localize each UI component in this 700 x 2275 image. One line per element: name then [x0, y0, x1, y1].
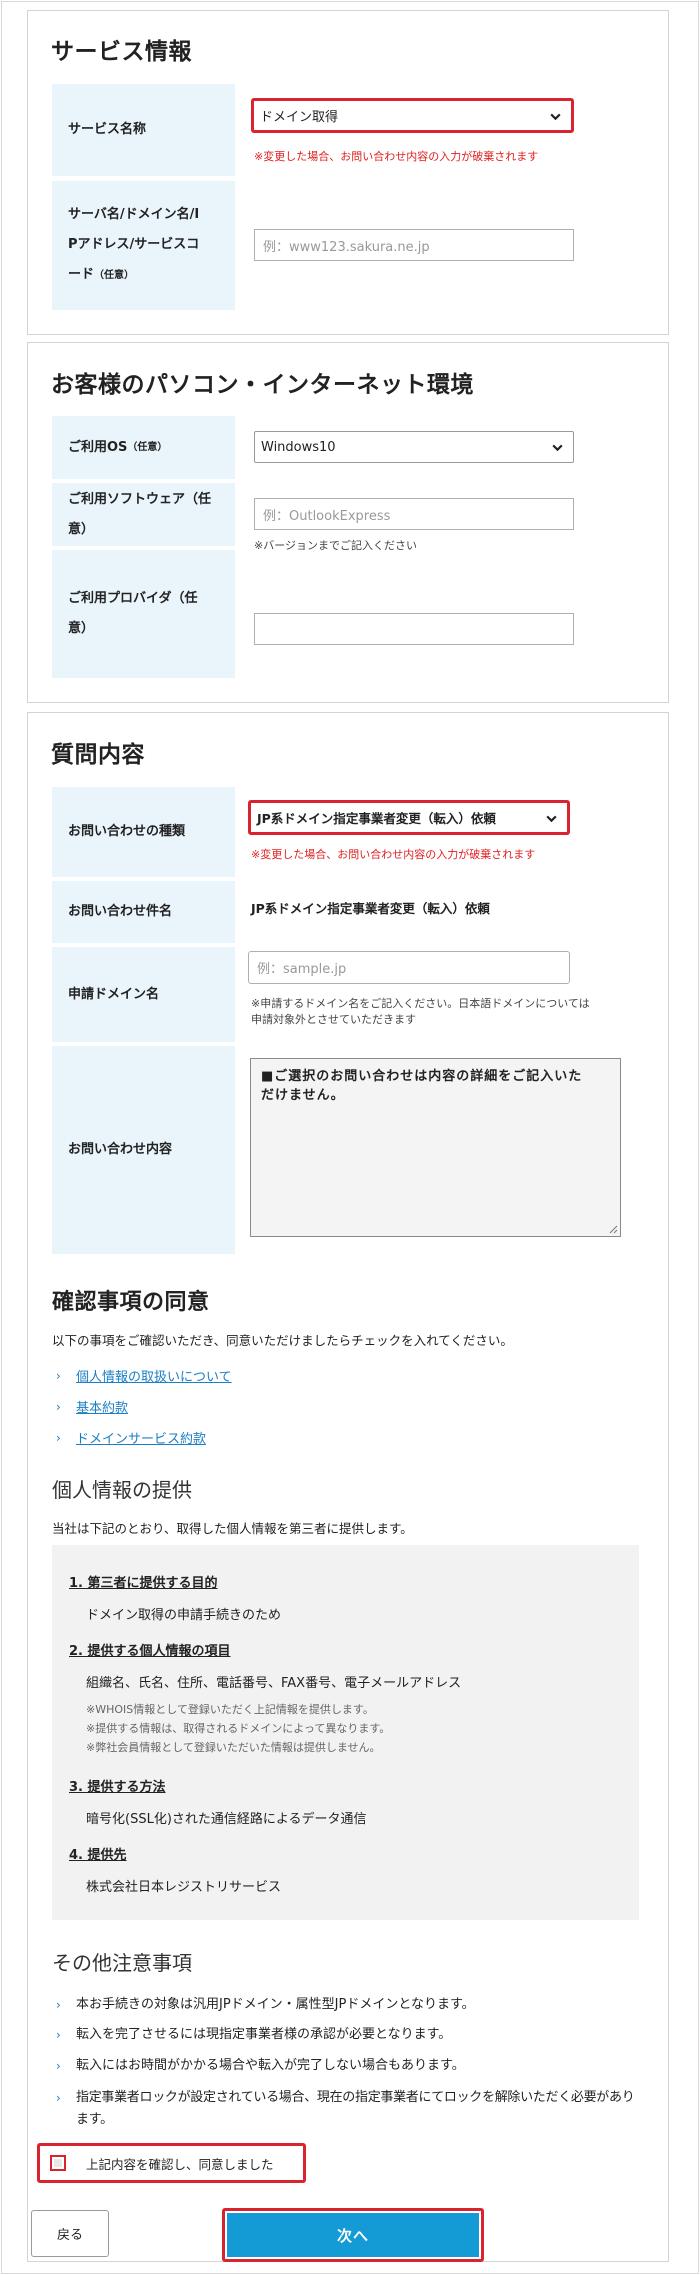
- provision-heading-3: 3. 提供する方法: [69, 1780, 166, 1795]
- chevron-right-icon: ›: [56, 2059, 61, 2073]
- back-button[interactable]: 戻る: [31, 2210, 109, 2257]
- provision-heading-1: 1. 第三者に提供する目的: [69, 1576, 218, 1591]
- provider-input[interactable]: [254, 613, 574, 645]
- chevron-right-icon: ›: [56, 1430, 61, 1445]
- server-name-input[interactable]: 例：www123.sakura.ne.jp: [254, 229, 574, 261]
- domain-input[interactable]: 例：sample.jp: [248, 951, 570, 984]
- next-button-frame: 次へ: [222, 2208, 484, 2262]
- provision-body-1: ドメイン取得の申請手続きのため: [86, 1608, 282, 1623]
- chevron-down-icon: [550, 113, 561, 121]
- provision-body-2: 組織名、氏名、住所、電話番号、FAX番号、電子メールアドレス: [86, 1676, 462, 1691]
- os-label: ご利用OS （任意）: [52, 416, 235, 479]
- link-privacy-policy[interactable]: › 個人情報の取扱いについて: [56, 1366, 232, 1386]
- chevron-down-icon: [552, 444, 563, 452]
- service-info-title: サービス情報: [51, 39, 192, 65]
- service-name-warning: ※変更した場合、お問い合わせ内容の入力が破棄されます: [254, 150, 539, 163]
- service-name-label: サービス名称: [52, 84, 235, 176]
- note-item: › 本お手続きの対象は汎用JPドメイン・属性型JPドメインとなります。: [56, 1994, 636, 2016]
- server-name-label: サーバ名/ドメイン名/I Pアドレス/サービスコ ード（任意）: [52, 181, 235, 310]
- agree-checkbox-row[interactable]: 上記内容を確認し、同意しました: [37, 2143, 306, 2183]
- software-note: ※バージョンまでご記入ください: [254, 539, 417, 552]
- consent-title: 確認事項の同意: [52, 1290, 210, 1315]
- provision-title: 個人情報の提供: [52, 1478, 192, 1502]
- next-button[interactable]: 次へ: [227, 2213, 479, 2257]
- provision-intro: 当社は下記のとおり、取得した個人情報を第三者に提供します。: [52, 1521, 413, 1536]
- domain-label: 申請ドメイン名: [52, 947, 235, 1042]
- service-name-select[interactable]: ドメイン取得: [251, 98, 574, 133]
- inquiry-type-select[interactable]: JP系ドメイン指定事業者変更（転入）依頼: [248, 800, 570, 835]
- inquiry-subject-value: JP系ドメイン指定事業者変更（転入）依頼: [251, 901, 490, 916]
- provision-note: ※WHOIS情報として登録いただく上記情報を提供します。 ※提供する情報は、取得…: [86, 1703, 391, 1754]
- note-item: › 転入を完了させるには現指定事業者様の承認が必要となります。: [56, 2024, 636, 2046]
- note-item: › 指定事業者ロックが設定されている場合、現在の指定事業者にてロックを解除いただ…: [56, 2087, 641, 2131]
- chevron-down-icon: [546, 815, 557, 823]
- agree-label: 上記内容を確認し、同意しました: [86, 2156, 274, 2172]
- provision-heading-4: 4. 提供先: [69, 1848, 127, 1863]
- chevron-right-icon: ›: [56, 1998, 61, 2012]
- provision-heading-2: 2. 提供する個人情報の項目: [69, 1644, 231, 1659]
- agree-checkbox[interactable]: [50, 2155, 66, 2171]
- chevron-right-icon: ›: [56, 2028, 61, 2042]
- resize-grip-icon[interactable]: [608, 1224, 618, 1234]
- chevron-right-icon: ›: [56, 1368, 61, 1383]
- content-textarea[interactable]: ■ご選択のお問い合わせは内容の詳細をご記入いた だけません。: [250, 1058, 621, 1237]
- software-label: ご利用ソフトウェア（任 意）: [52, 483, 235, 546]
- content-label: お問い合わせ内容: [52, 1046, 235, 1254]
- software-input[interactable]: 例：OutlookExpress: [254, 498, 574, 530]
- chevron-right-icon: ›: [56, 2091, 61, 2105]
- link-basic-terms[interactable]: › 基本約款: [56, 1397, 128, 1417]
- consent-intro: 以下の事項をご確認いただき、同意いただけましたらチェックを入れてください。: [52, 1333, 513, 1348]
- provision-body-4: 株式会社日本レジストリサービス: [86, 1880, 282, 1895]
- chevron-right-icon: ›: [56, 1399, 61, 1414]
- provider-label: ご利用プロバイダ（任 意）: [52, 550, 235, 678]
- inquiry-type-warning: ※変更した場合、お問い合わせ内容の入力が破棄されます: [251, 848, 536, 861]
- domain-note: ※申請するドメイン名をご記入ください。日本語ドメインについては 申請対象外とさせ…: [251, 997, 590, 1026]
- os-select[interactable]: Windows10: [254, 431, 574, 463]
- inquiry-title: 質問内容: [51, 742, 145, 768]
- notes-title: その他注意事項: [52, 1951, 192, 1975]
- inquiry-type-label: お問い合わせの種類: [52, 787, 235, 877]
- inquiry-subject-label: お問い合わせ件名: [52, 881, 235, 943]
- provision-body-3: 暗号化(SSL化)された通信経路によるデータ通信: [86, 1812, 367, 1827]
- link-domain-terms[interactable]: › ドメインサービス約款: [56, 1428, 206, 1448]
- environment-title: お客様のパソコン・インターネット環境: [51, 372, 474, 398]
- note-item: › 転入にはお時間がかかる場合や転入が完了しない場合もあります。: [56, 2055, 636, 2077]
